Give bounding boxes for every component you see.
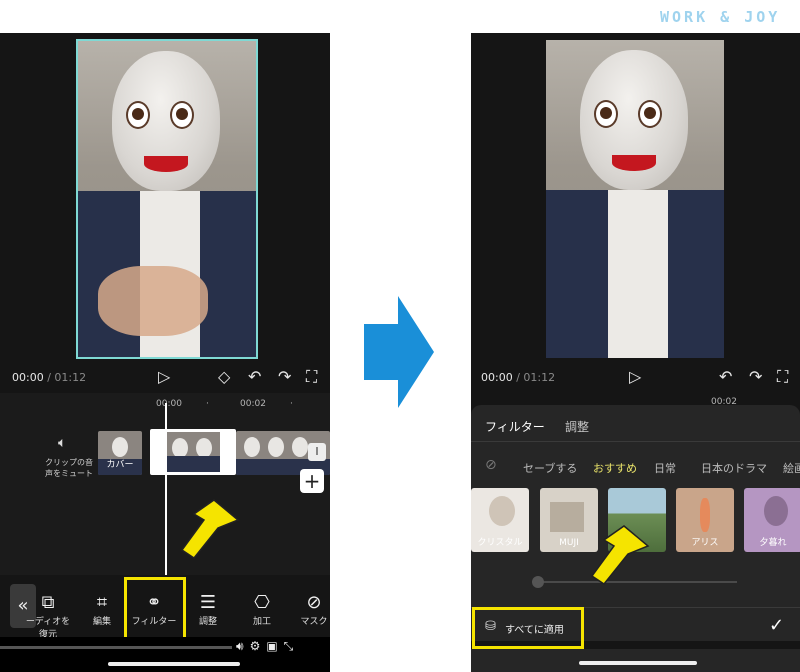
category-daily[interactable]: 日常 [654,460,676,476]
time-current: 00:00 [481,371,513,384]
time-current: 00:00 [12,371,44,384]
video-restore-icon: ⧉ [41,592,55,613]
shirt [608,190,668,358]
time-total: 01:12 [523,371,556,384]
thumb-photo [489,496,515,526]
filter-highlight-box [124,577,186,643]
selected-clip[interactable] [150,429,236,475]
pip-icon[interactable]: ▣ [266,639,283,653]
clip-thumb-face [196,438,212,458]
speaker-icon[interactable]: 🔈︎ [58,435,66,451]
fullscreen-icon[interactable]: ⛶ [306,367,317,387]
ruler-tick: · [290,399,293,409]
clip-thumb-face [244,437,260,457]
arrow-shape [364,296,434,408]
intensity-slider-knob[interactable] [532,576,544,588]
filter-thumb-crystal[interactable]: クリスタル [471,488,529,552]
cover-clip[interactable]: カバー [98,431,142,475]
mask-tool[interactable]: ⊘ マスク [288,592,330,627]
clip-thumb-face [292,437,308,457]
thumb-photo [550,502,584,532]
video-preview[interactable] [546,40,724,358]
system-icons: 🔊︎⚙▣⤡ [236,639,299,654]
tab-adjust[interactable]: 調整 [565,418,589,435]
mute-label-line1: クリップの音 [45,458,93,467]
left-editor-screen: 00:00 / 01:12 ▷ ◇ ↶ ↷ ⛶ 00:00 · 00:02 · … [0,33,330,672]
yellow-arrow-left [180,499,240,560]
filter-label: クリスタル [477,538,523,548]
category-recommended[interactable]: おすすめ [593,460,637,476]
redo-icon[interactable]: ↷ [278,367,291,386]
mask-icon: ⊘ [306,592,322,613]
brand-logo: WORK & JOY [660,8,781,26]
ruler-tick: · [206,399,209,409]
redo-icon[interactable]: ↷ [749,367,762,386]
arrow-shape [180,499,240,560]
transition-marker[interactable]: I [308,443,326,461]
add-clip-button[interactable]: + [300,469,324,493]
fullscreen-icon[interactable]: ⛶ [777,367,788,387]
category-japanese-drama[interactable]: 日本のドラマ [701,460,767,476]
clip-frame [166,432,220,472]
time-display: 00:00 / 01:12 [12,371,86,384]
transition-arrow [364,296,434,408]
category-painting[interactable]: 絵画 [783,460,800,476]
tab-filter[interactable]: フィルター [485,418,545,435]
thumb-photo [700,498,710,532]
play-button[interactable]: ▷ [629,367,641,386]
panel-divider [471,441,800,442]
keyframe-icon[interactable]: ◇ [218,367,230,386]
adjust-tool[interactable]: ☰ 調整 [182,592,234,627]
clip-thumb-face [112,437,128,457]
crop-icon: ⌗ [96,592,108,613]
avatar-mouth [612,155,656,171]
time-display: 00:00 / 01:12 [481,371,555,384]
confirm-check-icon[interactable]: ✓ [769,615,784,636]
no-filter-icon[interactable]: ⊘ [485,457,497,473]
time-total: 01:12 [54,371,87,384]
arrow-shape [590,525,650,586]
hands [98,266,208,336]
filter-label: アリス [691,538,719,548]
avatar-eye [126,101,150,129]
home-indicator [108,662,240,666]
playhead[interactable] [165,403,167,575]
cover-label: カバー [106,460,134,470]
avatar-mouth [144,156,188,172]
exit-fullscreen-icon[interactable]: ⤡ [284,639,300,653]
volume-icon[interactable]: 🔊︎ [236,639,250,653]
process-tool[interactable]: ⎔ 加工 [236,592,288,627]
apply-all-highlight-box [472,607,584,649]
ruler-tick: 00:02 [240,399,266,409]
process-icon: ⎔ [254,592,270,613]
play-button[interactable]: ▷ [158,367,170,386]
ruler-tick: 00:00 [156,399,182,409]
avatar-eye [638,100,662,128]
undo-icon[interactable]: ↶ [719,367,732,386]
category-saved[interactable]: セーブする [523,460,577,476]
yellow-arrow-right [590,525,650,586]
restore-audio-tool[interactable]: ⧉ ーディオを 復元 [22,592,74,640]
video-preview[interactable] [76,39,258,359]
adjust-icon: ☰ [199,592,217,613]
thumb-photo [764,496,788,526]
mute-clip-audio[interactable]: クリップの音 声をミュート [44,457,94,479]
clip-thumb-body [166,456,220,472]
settings-icon[interactable]: ⚙ [250,639,267,653]
mute-label-line2: 声をミュート [45,469,93,478]
filter-label: 夕暮れ [759,538,787,548]
clip-thumb-face [268,437,284,457]
undo-icon[interactable]: ↶ [248,367,261,386]
time-sep: / [47,371,51,384]
clip-thumb-face [172,438,188,458]
filter-thumb-sunset[interactable]: 夕暮れ [744,488,800,552]
filter-thumb-alice[interactable]: アリス [676,488,734,552]
avatar-eye [594,100,618,128]
time-sep: / [516,371,520,384]
scrub-bar[interactable] [0,646,232,649]
home-indicator [579,661,697,665]
avatar-eye [170,101,194,129]
edit-tool[interactable]: ⌗ 編集 [76,592,128,627]
